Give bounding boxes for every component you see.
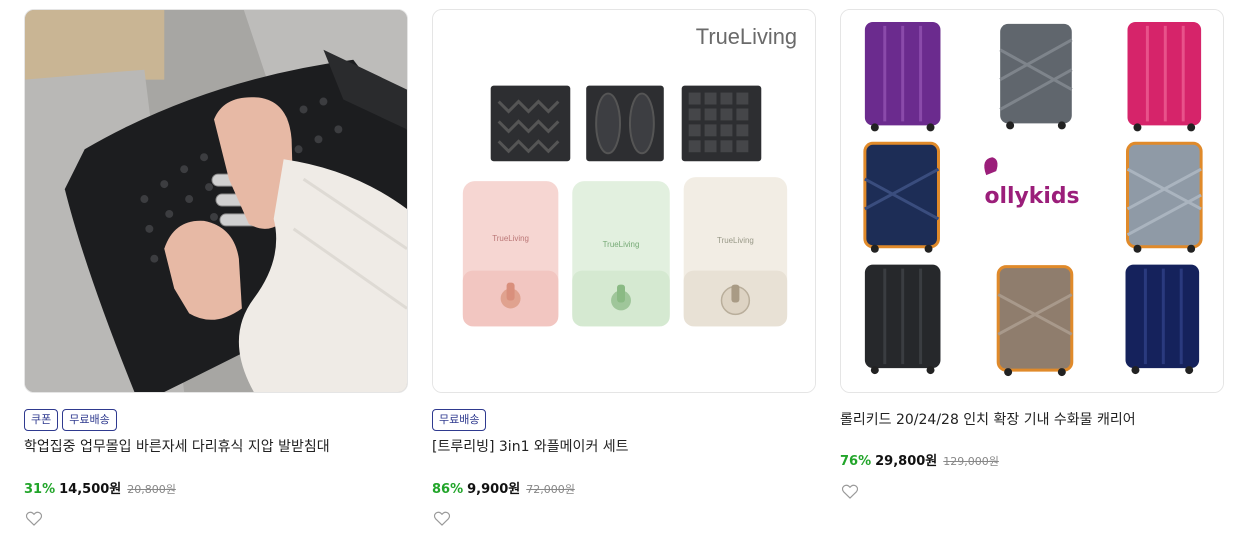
heart-outline-icon[interactable] [24, 508, 44, 528]
svg-text:ollykids: ollykids [984, 184, 1079, 209]
price-row: 86% 9,900원 72,000원 [432, 478, 575, 497]
footrest-illustration [25, 10, 407, 392]
waffle-plate-fish [586, 85, 664, 162]
discount-rate: 76% [840, 454, 872, 469]
suitcase-silver-orange [1126, 141, 1203, 253]
original-price: 72,000원 [526, 483, 575, 496]
suitcases-illustration: ollykids [841, 10, 1223, 392]
sale-price: 9,900원 [467, 482, 521, 497]
suitcase-pink [1127, 21, 1202, 132]
waffle-maker-cream: TrueLiving [683, 177, 788, 327]
product-image-footrest[interactable] [24, 9, 408, 393]
svg-text:TrueLiving: TrueLiving [603, 240, 640, 249]
waffle-maker-pink: TrueLiving [462, 181, 559, 327]
badge-list: 쿠폰 무료배송 [24, 409, 117, 431]
badge-list: 무료배송 [432, 409, 487, 431]
suitcase-black [864, 264, 941, 375]
original-price: 20,800원 [127, 483, 176, 496]
price-row: 76% 29,800원 129,000원 [840, 450, 999, 469]
suitcase-blue [1125, 264, 1200, 375]
waffle-maker-illustration: TrueLiving TrueLiving TrueLiving TrueLiv… [433, 10, 815, 392]
suitcase-gray [999, 23, 1073, 130]
heart-outline-icon[interactable] [840, 481, 860, 501]
price-row: 31% 14,500원 20,800원 [24, 478, 176, 497]
product-card[interactable]: ollykids 롤리키드 20/24/28 인치 확장 기내 수화물 캐리어 … [840, 9, 1224, 539]
svg-text:TrueLiving: TrueLiving [717, 236, 754, 245]
product-image-waffle-maker[interactable]: TrueLiving TrueLiving TrueLiving TrueLiv… [432, 9, 816, 393]
original-price: 129,000원 [943, 455, 999, 468]
free-shipping-badge: 무료배송 [62, 409, 117, 431]
product-title[interactable]: 롤리키드 20/24/28 인치 확장 기내 수화물 캐리어 [840, 410, 1136, 430]
suitcase-navy-orange [863, 141, 940, 253]
heart-outline-icon[interactable] [432, 508, 452, 528]
product-title[interactable]: [트루리빙] 3in1 와플메이커 세트 [432, 437, 629, 457]
svg-text:TrueLiving: TrueLiving [492, 234, 529, 243]
sale-price: 29,800원 [875, 454, 938, 469]
sale-price: 14,500원 [59, 482, 122, 497]
suitcase-purple [864, 21, 941, 132]
product-card[interactable]: 쿠폰 무료배송 학업집중 업무몰입 바른자세 다리휴식 지압 발받침대 31% … [24, 9, 408, 539]
product-title[interactable]: 학업집중 업무몰입 바른자세 다리휴식 지압 발받침대 [24, 437, 330, 457]
waffle-plate-grid [681, 85, 762, 162]
trueliving-logo: TrueLiving [696, 24, 797, 49]
free-shipping-badge: 무료배송 [432, 409, 487, 431]
product-grid: 쿠폰 무료배송 학업집중 업무몰입 바른자세 다리휴식 지압 발받침대 31% … [24, 9, 1224, 539]
suitcase-champagne [996, 265, 1074, 377]
discount-rate: 86% [432, 482, 464, 497]
product-card[interactable]: TrueLiving TrueLiving TrueLiving TrueLiv… [432, 9, 816, 539]
discount-rate: 31% [24, 482, 56, 497]
coupon-badge: 쿠폰 [24, 409, 59, 431]
waffle-maker-green: TrueLiving [572, 181, 670, 327]
waffle-plate-waves [490, 85, 571, 162]
product-image-suitcases[interactable]: ollykids [840, 9, 1224, 393]
